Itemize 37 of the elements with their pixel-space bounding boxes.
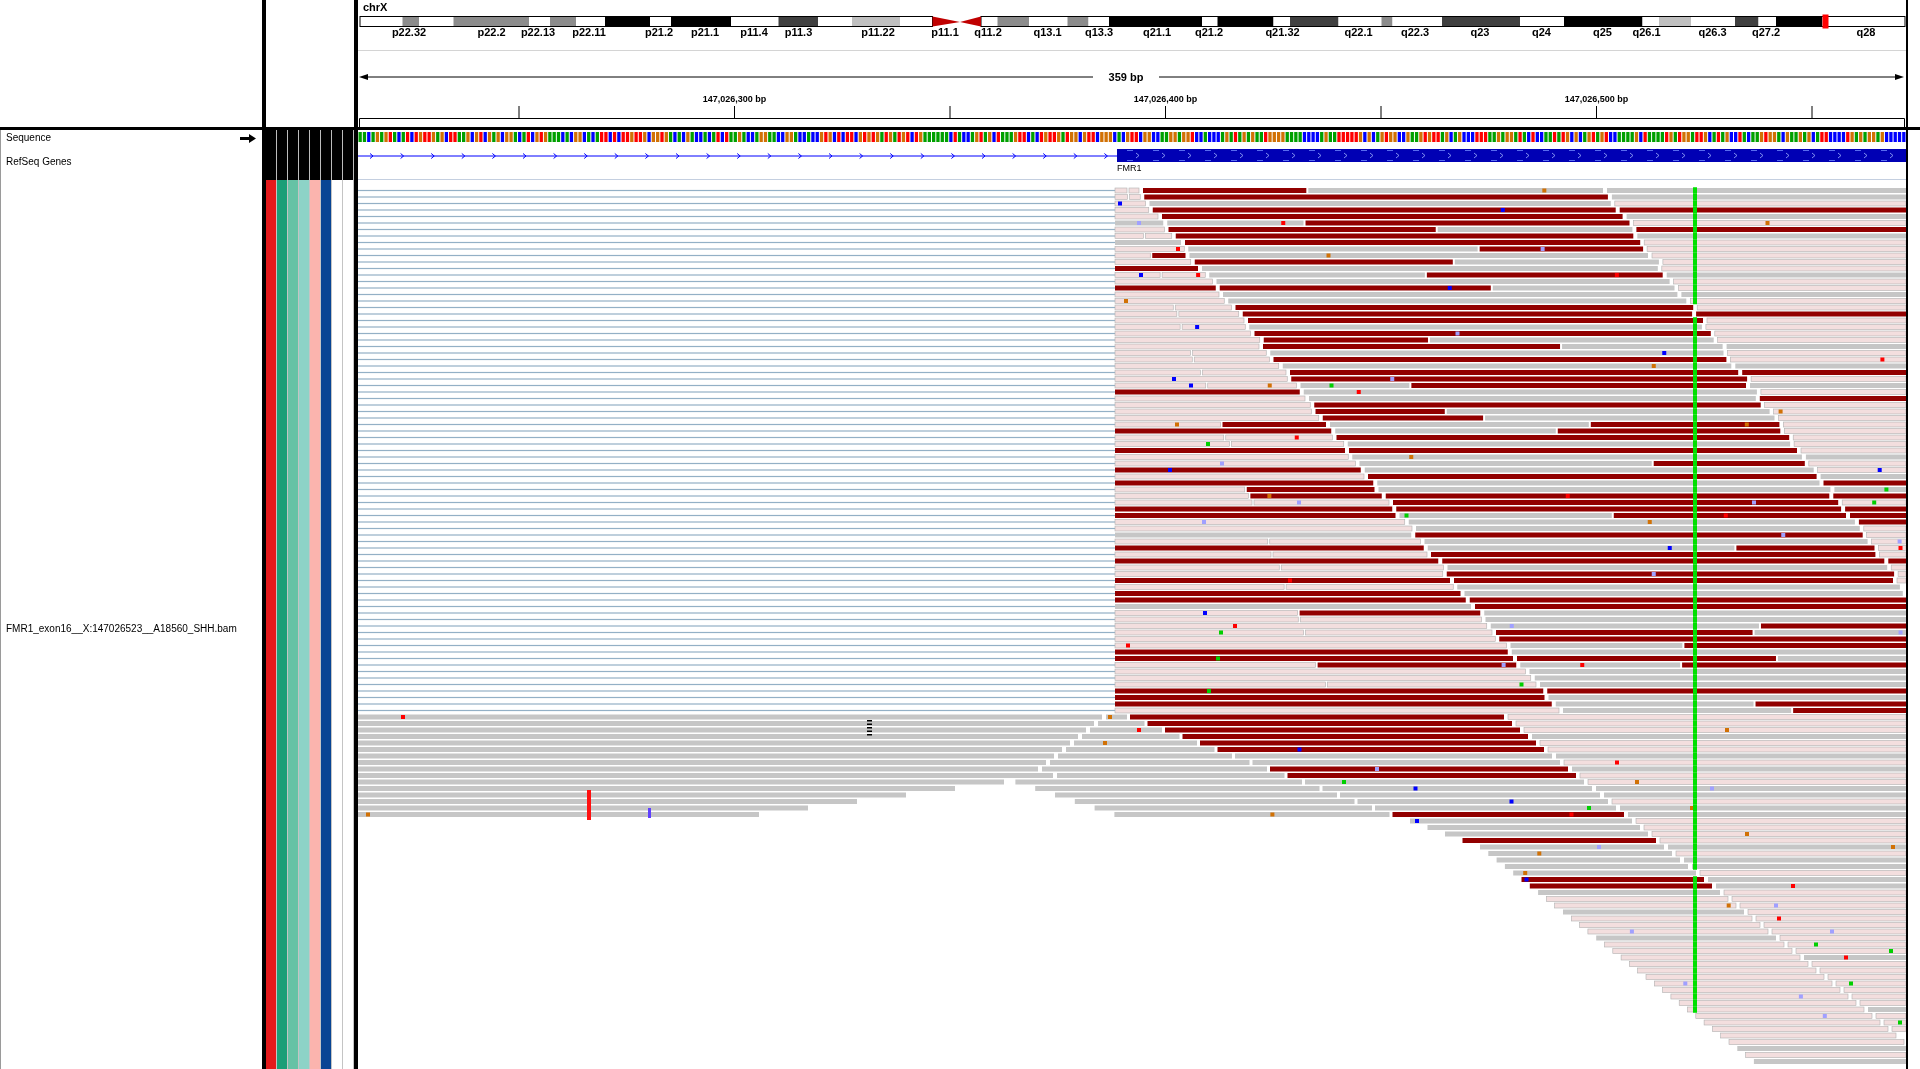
band-label: q28 bbox=[1856, 26, 1876, 38]
band-label: q27.2 bbox=[1751, 26, 1781, 38]
band-label: q24 bbox=[1532, 26, 1551, 38]
band-label: p11.22 bbox=[861, 26, 895, 38]
band-label: q23 bbox=[1470, 26, 1490, 38]
band-label: p11.1 bbox=[931, 26, 959, 38]
region-marker bbox=[1822, 14, 1829, 29]
band-label: q21.32 bbox=[1265, 26, 1300, 38]
band-label: p11.4 bbox=[740, 26, 768, 38]
band-label: q26.1 bbox=[1632, 26, 1661, 38]
band-label: q22.1 bbox=[1344, 26, 1373, 38]
band-label: q11.2 bbox=[974, 26, 1002, 38]
tick-label: 147,026,300 bp bbox=[702, 94, 767, 104]
band-label: q25 bbox=[1593, 26, 1612, 38]
band-label: p22.13 bbox=[520, 26, 556, 38]
band-label: q13.1 bbox=[1033, 26, 1062, 38]
band-label: p22.32 bbox=[391, 26, 427, 38]
strand-arrow-icon[interactable] bbox=[240, 133, 256, 143]
band-label: p22.11 bbox=[572, 26, 606, 38]
chromosome-name: chrX bbox=[362, 0, 388, 14]
tick-label: 147,026,400 bp bbox=[1133, 94, 1198, 104]
track-name: Sequence bbox=[6, 132, 52, 144]
band-label: q26.3 bbox=[1698, 26, 1727, 38]
band-label: p11.3 bbox=[784, 26, 813, 38]
band-label: q22.3 bbox=[1400, 26, 1430, 38]
chromosome-ideogram[interactable] bbox=[359, 16, 1906, 27]
track-name: FMR1_exon16__X:147026523__A18560_SHH.bam bbox=[6, 623, 237, 635]
band-label: q21.2 bbox=[1194, 26, 1224, 38]
span-label: 359 bp bbox=[1108, 71, 1144, 83]
band-label: p22.2 bbox=[477, 26, 506, 38]
tick-label: 147,026,500 bp bbox=[1564, 94, 1629, 104]
band-label: q21.1 bbox=[1142, 26, 1172, 38]
band-label: p21.1 bbox=[690, 26, 720, 38]
track-name: RefSeq Genes bbox=[6, 156, 72, 168]
band-label: q13.3 bbox=[1084, 26, 1114, 38]
band-label: p21.2 bbox=[644, 26, 674, 38]
gene-label: FMR1 bbox=[1117, 163, 1142, 173]
